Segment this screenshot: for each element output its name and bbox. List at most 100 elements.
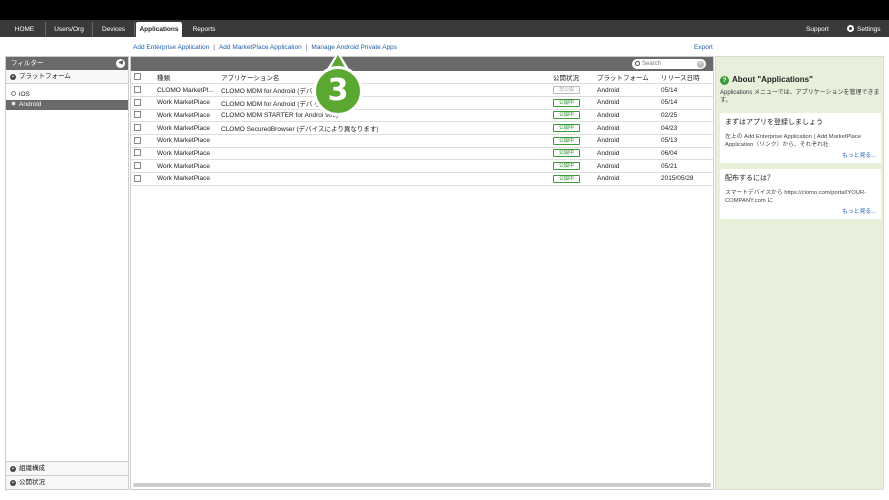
status-badge: 公開中	[553, 98, 581, 107]
filter-item-android[interactable]: Android	[6, 100, 128, 110]
step-marker: 3	[313, 66, 363, 116]
platform-section[interactable]: + プラットフォーム	[6, 70, 128, 84]
horizontal-scrollbar[interactable]	[133, 483, 711, 487]
table-row[interactable]: Work MarketPlace CLOMO MDM for Android (デ…	[131, 96, 713, 110]
cell-app-name[interactable]	[218, 159, 550, 173]
row-checkbox[interactable]	[134, 174, 141, 182]
cell-app-name[interactable]: CLOMO MDM for Android (デバ ります)	[218, 83, 550, 97]
row-checkbox[interactable]	[134, 111, 141, 119]
cell-platform: Android	[594, 172, 658, 186]
radio-icon	[11, 101, 16, 106]
cell-app-name[interactable]: CLOMO MDM STARTER for Androi 900)	[218, 109, 550, 123]
row-checkbox[interactable]	[134, 124, 141, 132]
cell-date: 05/21	[658, 159, 713, 173]
cell-date: 05/14	[658, 83, 713, 97]
cell-platform: Android	[594, 96, 658, 110]
table-row[interactable]: Work MarketPlace CLOMO MDM STARTER for An…	[131, 109, 713, 123]
link-separator: |	[213, 44, 215, 51]
status-badge: 非公開	[553, 86, 581, 95]
cell-type: Work MarketPlace	[154, 159, 218, 173]
col-type[interactable]: 種類	[154, 71, 218, 85]
expand-icon: +	[10, 74, 16, 80]
col-platform[interactable]: プラットフォーム	[594, 71, 658, 85]
row-checkbox[interactable]	[134, 162, 141, 170]
col-release-date[interactable]: リリース日時	[658, 71, 713, 85]
cell-type: Work MarketPlace	[154, 121, 218, 135]
cell-type: Work MarketPlace	[154, 96, 218, 110]
cell-date: 05/13	[658, 134, 713, 148]
org-filter-section[interactable]: + 組織構成	[6, 461, 128, 475]
read-more-link[interactable]: もっと見る...	[725, 206, 876, 215]
status-filter-section[interactable]: + 公開状況	[6, 475, 128, 489]
expand-icon: +	[10, 480, 16, 486]
row-checkbox[interactable]	[134, 98, 141, 106]
card-title: まずはアプリを登録しましょう	[725, 119, 823, 126]
link-separator: |	[305, 44, 308, 51]
help-card-distribute: 配布するには？ スマートデバイスから https://clomo.com/por…	[720, 169, 881, 219]
cell-type: Work MarketPlace	[154, 109, 218, 123]
export-link[interactable]: Export	[694, 44, 713, 51]
select-all-checkbox[interactable]	[134, 73, 141, 81]
tab-reports[interactable]: Reports	[183, 22, 225, 37]
applications-table: 種類 アプリケーション名 公開状況 プラットフォーム リリース日時 CLOMO …	[131, 71, 713, 186]
status-badge: 公開中	[553, 162, 581, 171]
col-app-name[interactable]: アプリケーション名	[218, 71, 550, 85]
add-enterprise-app-link[interactable]: Add Enterprise Application	[133, 44, 209, 51]
col-status[interactable]: 公開状況	[550, 71, 594, 85]
cell-date: 02/25	[658, 109, 713, 123]
cell-date: 04/23	[658, 121, 713, 135]
cell-platform: Android	[594, 121, 658, 135]
platform-section-label: プラットフォーム	[19, 73, 71, 80]
settings-link[interactable]: Settings	[847, 22, 881, 37]
cell-app-name[interactable]: CLOMO MDM for Android (デバ ります)	[218, 96, 550, 110]
tab-devices[interactable]: Devices	[93, 22, 135, 37]
tab-users-org[interactable]: Users/Org	[46, 22, 93, 37]
table-row[interactable]: Work MarketPlace 公開中 Android 05/21	[131, 159, 713, 173]
status-badge: 公開中	[553, 174, 581, 183]
tab-applications[interactable]: Applications	[136, 22, 182, 37]
top-black-bar	[0, 0, 889, 20]
row-checkbox[interactable]	[134, 149, 141, 157]
collapse-icon[interactable]: ◀	[116, 59, 125, 68]
status-filter-label: 公開状況	[19, 479, 45, 486]
help-panel: ? About "Applications" Applications メニューで…	[715, 56, 884, 490]
table-row[interactable]: CLOMO MarketPl... CLOMO MDM for Android (…	[131, 83, 713, 97]
cell-type: Work MarketPlace	[154, 147, 218, 161]
table-row[interactable]: Work MarketPlace 公開中 Android 05/13	[131, 134, 713, 148]
cell-date: 2015/05/28	[658, 172, 713, 186]
table-row[interactable]: Work MarketPlace CLOMO SecuredBrowser (デバ…	[131, 121, 713, 135]
main-nav: HOME Users/Org Devices Applications Repo…	[0, 20, 889, 37]
table-row[interactable]: Work MarketPlace 公開中 Android 06/04	[131, 147, 713, 161]
cell-platform: Android	[594, 109, 658, 123]
support-link[interactable]: Support	[806, 22, 829, 37]
row-checkbox[interactable]	[134, 136, 141, 144]
filter-sidebar: フィルター ◀ + プラットフォーム iOS Android + 組織構成 + 公開状…	[5, 56, 129, 490]
row-checkbox[interactable]	[134, 86, 141, 94]
filter-item-label: Android	[19, 101, 42, 108]
cell-app-name[interactable]	[218, 172, 550, 186]
help-title-text: About "Applications"	[732, 75, 813, 84]
cell-type: Work MarketPlace	[154, 172, 218, 186]
card-text: スマートデバイスから https://clomo.com/portal/YOUR…	[725, 190, 867, 204]
clear-icon[interactable]: ×	[697, 60, 704, 68]
add-marketplace-app-link[interactable]: Add MarketPlace Application	[219, 44, 302, 51]
table-row[interactable]: Work MarketPlace 公開中 Android 2015/05/28	[131, 172, 713, 186]
org-filter-label: 組織構成	[19, 465, 45, 472]
radio-icon	[11, 91, 16, 96]
cell-date: 05/14	[658, 96, 713, 110]
cell-app-name[interactable]: CLOMO SecuredBrowser (デバイスにより異なります)	[218, 121, 550, 135]
action-links: Add Enterprise Application | Add MarketPla…	[133, 44, 397, 51]
read-more-link[interactable]: もっと見る...	[725, 150, 876, 159]
filter-header: フィルター ◀	[6, 57, 128, 70]
cell-app-name[interactable]	[218, 147, 550, 161]
cell-type: CLOMO MarketPl...	[154, 83, 218, 97]
cell-date: 06/04	[658, 147, 713, 161]
cell-app-name[interactable]	[218, 134, 550, 148]
tab-home[interactable]: HOME	[4, 22, 46, 37]
manage-android-private-apps-link[interactable]: Manage Android Private Apps	[311, 44, 397, 51]
search-input[interactable]: Search ×	[632, 59, 706, 69]
help-description: Applications メニューでは、アプリケーションを管理できます。	[720, 90, 880, 104]
cell-platform: Android	[594, 147, 658, 161]
cell-type: Work MarketPlace	[154, 134, 218, 148]
filter-item-ios[interactable]: iOS	[6, 90, 128, 100]
